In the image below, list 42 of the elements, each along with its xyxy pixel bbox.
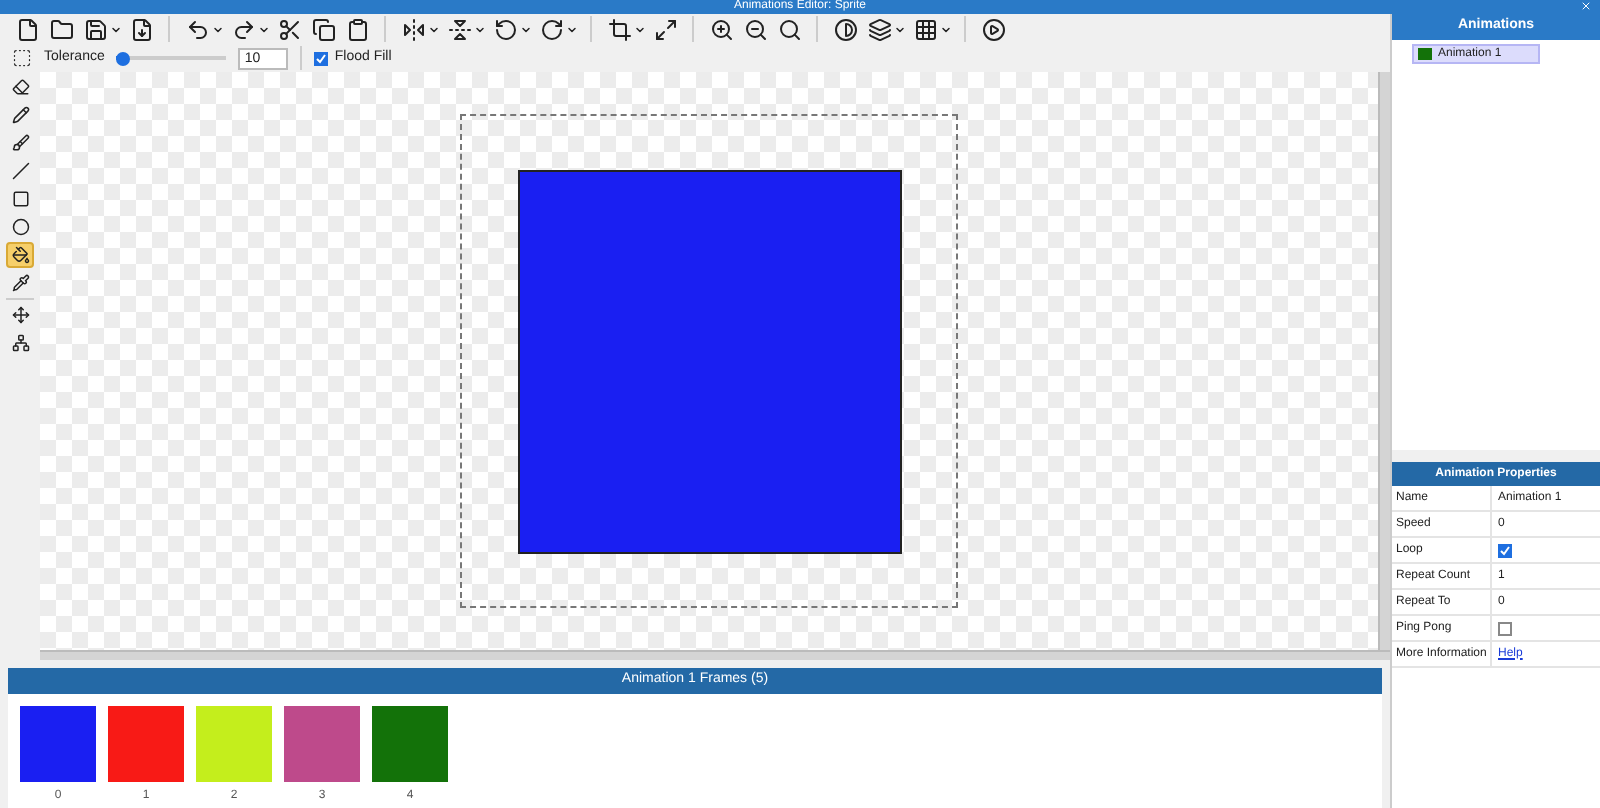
- folder-icon[interactable]: [46, 14, 76, 44]
- caret-icon[interactable]: [258, 23, 270, 35]
- frame-thumbnail[interactable]: [284, 706, 360, 782]
- zoom-out-icon[interactable]: [740, 14, 770, 44]
- fill-tool[interactable]: [6, 242, 34, 268]
- resize-icon[interactable]: [650, 14, 680, 44]
- caret-icon[interactable]: [110, 23, 122, 35]
- selection-icon[interactable]: [12, 48, 32, 68]
- caret-icon[interactable]: [428, 23, 440, 35]
- flip-horizontal-icon[interactable]: [398, 14, 428, 44]
- canvas[interactable]: [40, 72, 1378, 650]
- contrast-icon[interactable]: [830, 14, 860, 44]
- frame-thumbnail[interactable]: [372, 706, 448, 782]
- caret-icon[interactable]: [634, 23, 646, 35]
- horizontal-scrollbar[interactable]: [40, 650, 1390, 660]
- vertical-scrollbar[interactable]: [1378, 72, 1390, 650]
- rotate-left-icon[interactable]: [490, 14, 520, 44]
- crop-icon[interactable]: [604, 14, 634, 44]
- zoom-reset-icon[interactable]: [774, 14, 804, 44]
- rotate-right-icon[interactable]: [536, 14, 566, 44]
- tolerance-slider[interactable]: [116, 50, 227, 66]
- frame-thumbnail[interactable]: [108, 706, 184, 782]
- zoom-in-icon[interactable]: [706, 14, 736, 44]
- caret-icon[interactable]: [566, 23, 578, 35]
- save-icon[interactable]: [80, 14, 110, 44]
- cut-icon[interactable]: [274, 14, 304, 44]
- copy-icon[interactable]: [308, 14, 338, 44]
- property-checkbox[interactable]: [1498, 621, 1512, 635]
- property-checkbox[interactable]: [1498, 543, 1512, 557]
- frame-thumbnail[interactable]: [20, 706, 96, 782]
- caret-icon[interactable]: [940, 23, 952, 35]
- flip-vertical-icon[interactable]: [444, 14, 474, 44]
- layers-icon[interactable]: [864, 14, 894, 44]
- caret-icon[interactable]: [894, 23, 906, 35]
- frame-thumbnail[interactable]: [196, 706, 272, 782]
- caret-icon[interactable]: [474, 23, 486, 35]
- close-icon[interactable]: [1580, 0, 1592, 12]
- caret-icon[interactable]: [520, 23, 532, 35]
- caret-icon[interactable]: [212, 23, 224, 35]
- play-icon[interactable]: [978, 14, 1008, 44]
- flood-fill-checkbox[interactable]: [314, 51, 329, 65]
- grid-icon[interactable]: [910, 14, 940, 44]
